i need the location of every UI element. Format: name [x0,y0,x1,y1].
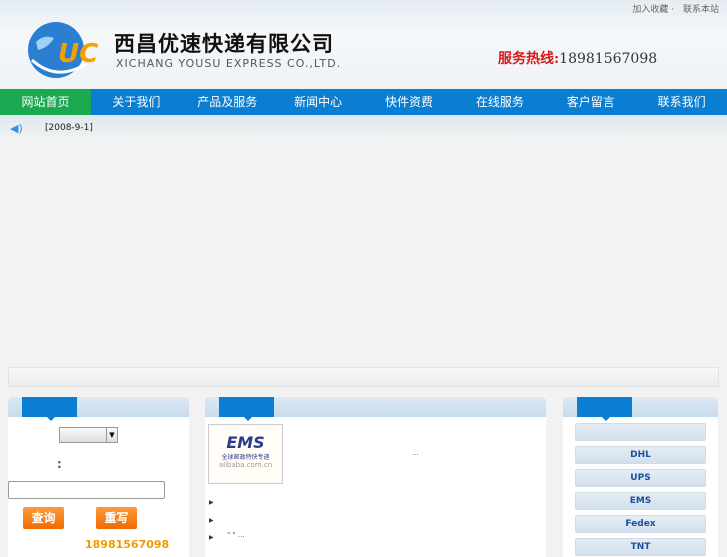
nav-contact[interactable]: 联系我们 [636,89,727,115]
contact-link[interactable]: 联系本站 [683,5,719,15]
banner-strip [8,367,719,387]
courier-select[interactable]: ▼ [59,427,118,443]
company-name-en: XICHANG YOUSU EXPRESS CO.,LTD. [116,57,342,70]
top-links: 加入收藏 · 联系本站 [632,5,719,15]
nav-products[interactable]: 产品及服务 [182,89,273,115]
nav-online[interactable]: 在线服务 [454,89,545,115]
bullet-icon: ▶ [209,517,214,524]
panel-header [205,397,546,421]
panel-header [8,397,189,421]
chevron-down-icon: ▼ [106,428,117,442]
courier-link[interactable] [575,423,706,441]
tracking-panel: ▼ : 查询 重写 18981567098 [8,397,189,557]
company-logo: UC [28,22,98,78]
news-ticker: ◀) [2008-9-1] [0,115,727,141]
tracking-number-input[interactable] [8,481,165,499]
panel-tab [577,397,632,421]
ems-title: EMS [226,433,265,452]
nav-news[interactable]: 新闻中心 [273,89,364,115]
courier-link-fedex[interactable]: Fedex [575,515,706,533]
news-panel: EMS 全球邮政特快专递 alibaba.com.cn ... ▶ ▶ ▶ " … [205,397,546,557]
ticker-date[interactable]: [2008-9-1] [45,123,93,133]
reset-button[interactable]: 重写 [96,507,137,529]
add-favorite-link[interactable]: 加入收藏 [632,5,668,15]
hotline-label: 服务热线: [498,51,560,67]
ems-subtitle: 全球邮政特快专递 [221,454,270,461]
courier-link-dhl[interactable]: DHL [575,446,706,464]
panel-header [563,397,718,421]
courier-link-tnt[interactable]: TNT [575,538,706,556]
field-label: : [57,457,62,471]
panel-tab [219,397,274,421]
courier-link-ems[interactable]: EMS [575,492,706,510]
nav-rates[interactable]: 快件资费 [364,89,455,115]
company-name: 西昌优速快递有限公司 [114,32,334,56]
query-button[interactable]: 查询 [23,507,64,529]
nav-home[interactable]: 网站首页 [0,89,91,115]
nav-about[interactable]: 关于我们 [91,89,182,115]
news-summary-ellipsis[interactable]: ... [412,449,419,457]
ems-logo-image[interactable]: EMS 全球邮政特快专递 alibaba.com.cn [208,424,283,484]
speaker-icon: ◀) [10,122,23,135]
main-nav: 网站首页 关于我们 产品及服务 新闻中心 快件资费 在线服务 客户留言 联系我们 [0,89,727,115]
header: 加入收藏 · 联系本站 UC 西昌优速快递有限公司 XICHANG YOUSU … [0,0,727,89]
bullet-icon: ▶ [209,534,214,541]
panel-tab [22,397,77,421]
nav-guestbook[interactable]: 客户留言 [545,89,636,115]
bullet-icon: ▶ [209,499,214,506]
hotline: 服务热线:18981567098 [498,48,657,68]
svg-text:UC: UC [58,39,98,69]
ems-url: alibaba.com.cn [218,461,273,469]
courier-link-ups[interactable]: UPS [575,469,706,487]
news-item[interactable]: " " ... [227,531,245,539]
hotline-number: 18981567098 [559,51,658,67]
courier-links-panel: DHL UPS EMS Fedex TNT [563,397,718,557]
